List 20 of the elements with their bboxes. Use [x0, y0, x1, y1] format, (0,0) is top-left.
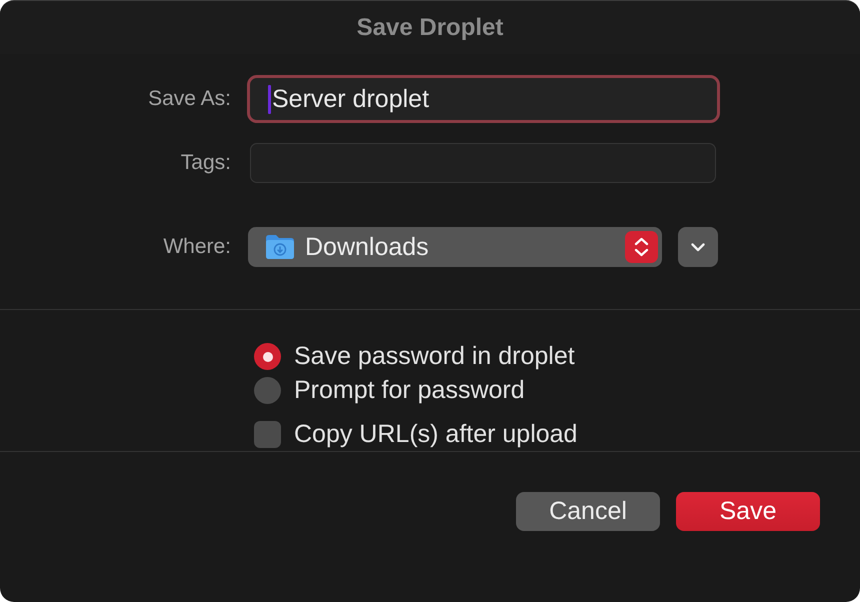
save-button[interactable]: Save [676, 492, 820, 531]
radio-button[interactable] [254, 377, 281, 404]
updown-chevron-icon [625, 231, 658, 263]
checkbox[interactable] [254, 420, 281, 448]
field-label: Save As: [148, 87, 231, 111]
chevron-down-icon [691, 242, 705, 252]
radio-label: Save password in droplet [294, 342, 575, 372]
checkbox-label: Copy URL(s) after upload [294, 420, 578, 449]
tags-field[interactable] [250, 143, 716, 183]
expand-button[interactable] [678, 227, 718, 267]
text-cursor [268, 84, 271, 114]
field-label: Where: [163, 235, 231, 259]
cancel-button[interactable]: Cancel [516, 492, 660, 531]
window-title: Save Droplet [356, 14, 504, 42]
location-popup[interactable]: Downloads [248, 227, 662, 267]
field-label: Tags: [180, 151, 231, 175]
filename-field[interactable]: Server droplet [247, 75, 720, 123]
radio-button[interactable] [254, 343, 281, 370]
folder-icon [265, 234, 295, 260]
radio-label: Prompt for password [294, 376, 525, 405]
